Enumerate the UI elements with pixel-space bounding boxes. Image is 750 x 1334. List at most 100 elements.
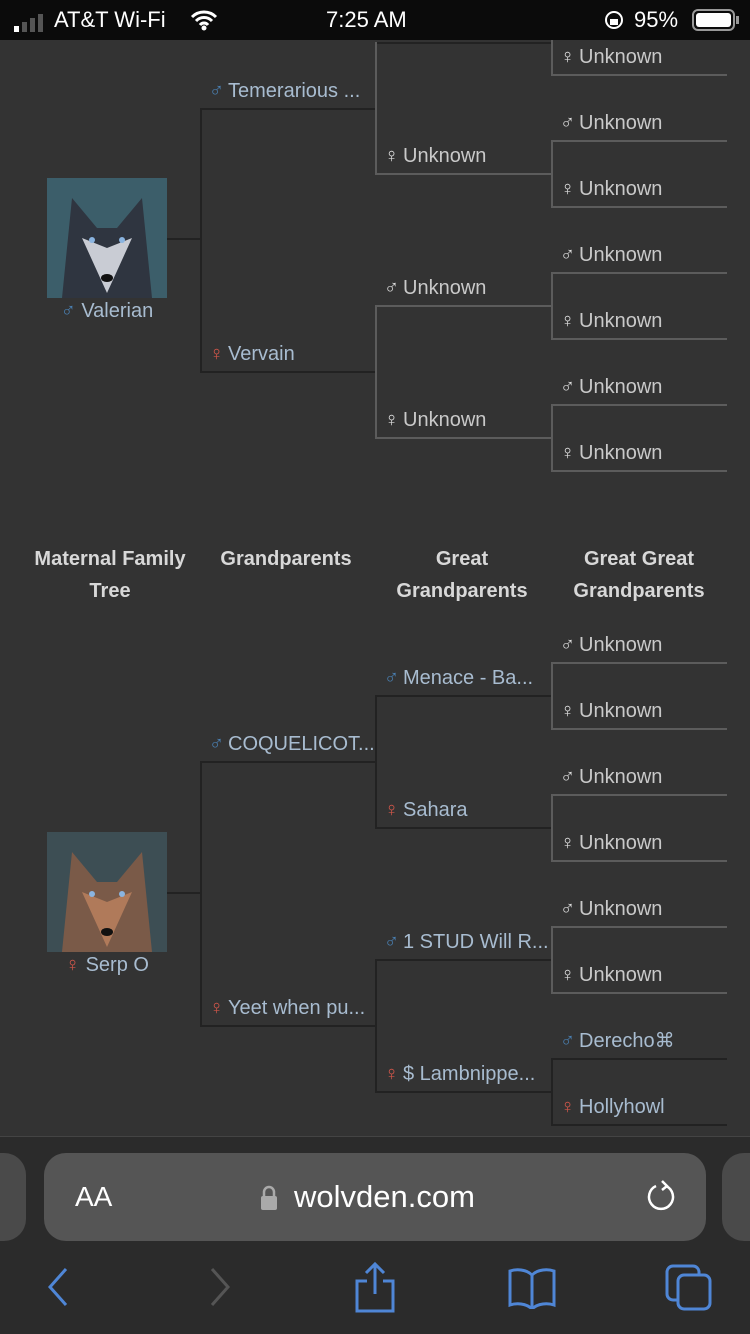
- entry-name[interactable]: Unknown: [403, 277, 486, 299]
- grandparents-bracket: [375, 695, 377, 829]
- great_grandparents-line: [551, 860, 727, 862]
- entry-name[interactable]: Unknown: [579, 898, 662, 920]
- great_grandparents-line: [551, 794, 727, 796]
- entry-name[interactable]: Unknown: [579, 700, 662, 722]
- entry-name[interactable]: Unknown: [579, 442, 662, 464]
- grandparents-entry[interactable]: ♂ 1 STUD Will R...: [384, 929, 549, 955]
- male-icon: ♂: [560, 898, 575, 920]
- bookmarks-icon[interactable]: [506, 1265, 558, 1314]
- great_grandparents-entry[interactable]: ♀ Unknown: [560, 440, 662, 466]
- grandparents-line: [375, 305, 551, 307]
- maternal-avatar[interactable]: [47, 832, 167, 952]
- entry-name[interactable]: Vervain: [228, 343, 295, 365]
- prev-tab-pill[interactable]: [0, 1153, 26, 1241]
- female-icon: ♀: [65, 954, 81, 976]
- subject-name[interactable]: Serp O: [86, 954, 149, 976]
- great_grandparents-entry[interactable]: ♀ Unknown: [560, 962, 662, 988]
- great_grandparents-line: [551, 992, 727, 994]
- grandparents-line: [375, 173, 551, 175]
- entry-name[interactable]: Sahara: [403, 799, 468, 821]
- entry-name[interactable]: Unknown: [579, 46, 662, 68]
- entry-name[interactable]: Unknown: [579, 244, 662, 266]
- great_grandparents-entry[interactable]: ♂ Unknown: [560, 764, 662, 790]
- great_grandparents-entry[interactable]: ♂ Unknown: [560, 110, 662, 136]
- male-icon: ♂: [560, 634, 575, 656]
- great_grandparents-entry[interactable]: ♂ Unknown: [560, 632, 662, 658]
- parents-entry[interactable]: ♀ Yeet when pu...: [209, 995, 365, 1021]
- great_grandparents-entry[interactable]: ♂ Unknown: [560, 242, 662, 268]
- grandparents-entry[interactable]: ♂ Unknown: [384, 275, 486, 301]
- paternal-avatar[interactable]: [47, 178, 167, 298]
- grandparents-entry[interactable]: ♀ Unknown: [384, 407, 486, 433]
- battery-icon: [692, 9, 740, 37]
- female-icon: ♀: [560, 832, 575, 854]
- entry-name[interactable]: $ Lambnippe...: [403, 1063, 535, 1085]
- great_grandparents-entry[interactable]: ♂ Unknown: [560, 374, 662, 400]
- entry-name[interactable]: Unknown: [579, 832, 662, 854]
- grandparents-entry[interactable]: ♀ $ Lambnippe...: [384, 1061, 535, 1087]
- great_grandparents-line: [551, 728, 727, 730]
- subject-name[interactable]: Valerian: [81, 300, 153, 322]
- great_grandparents-line: [551, 470, 727, 472]
- grandparents-entry[interactable]: ♂ Menace - Ba...: [384, 665, 533, 691]
- entry-name[interactable]: Unknown: [403, 409, 486, 431]
- grandparents-entry[interactable]: ♀ Sahara: [384, 797, 468, 823]
- great_grandparents-entry[interactable]: ♀ Unknown: [560, 698, 662, 724]
- entry-name[interactable]: Unknown: [403, 145, 486, 167]
- entry-name[interactable]: Yeet when pu...: [228, 997, 365, 1019]
- back-icon[interactable]: [44, 1265, 72, 1314]
- paternal-subject-name[interactable]: ♂ Valerian: [27, 300, 187, 323]
- entry-name[interactable]: Unknown: [579, 964, 662, 986]
- next-tab-pill[interactable]: [722, 1153, 750, 1241]
- parents-line: [200, 108, 375, 110]
- great_grandparents-line: [551, 1058, 727, 1060]
- great_grandparents-bracket: [551, 1058, 553, 1126]
- rotation-lock-icon: [604, 10, 624, 36]
- entry-name[interactable]: Temerarious ...: [228, 80, 360, 102]
- great_grandparents-entry[interactable]: ♀ Hollyhowl: [560, 1094, 665, 1120]
- entry-name[interactable]: Unknown: [579, 178, 662, 200]
- parents-entry[interactable]: ♂ Temerarious ...: [209, 78, 360, 104]
- male-icon: ♂: [560, 766, 575, 788]
- male-icon: ♂: [384, 667, 399, 689]
- entry-name[interactable]: Derecho⌘: [579, 1030, 675, 1052]
- entry-name[interactable]: COQUELICOT...: [228, 733, 375, 755]
- female-icon: ♀: [560, 46, 575, 68]
- entry-name[interactable]: Unknown: [579, 112, 662, 134]
- maternal-connector: [167, 892, 200, 894]
- share-icon[interactable]: [352, 1261, 398, 1318]
- great_grandparents-entry[interactable]: ♀ Unknown: [560, 830, 662, 856]
- tabs-icon[interactable]: [664, 1263, 716, 1318]
- parents-entry[interactable]: ♂ COQUELICOT...: [209, 731, 375, 757]
- parents-entry[interactable]: ♀ Vervain: [209, 341, 295, 367]
- great_grandparents-entry[interactable]: ♀ Unknown: [560, 176, 662, 202]
- entry-name[interactable]: Unknown: [579, 376, 662, 398]
- parents-line: [200, 371, 375, 373]
- address-bar[interactable]: AA wolvden.com: [44, 1153, 706, 1241]
- header-great-grandparents: Great Grandparents: [396, 548, 528, 602]
- entry-name[interactable]: Unknown: [579, 766, 662, 788]
- female-icon: ♀: [560, 1096, 575, 1118]
- reload-icon[interactable]: [646, 1180, 678, 1219]
- female-icon: ♀: [384, 145, 399, 167]
- great_grandparents-entry[interactable]: ♀ Unknown: [560, 308, 662, 334]
- great_grandparents-line: [551, 338, 727, 340]
- entry-name[interactable]: 1 STUD Will R...: [403, 931, 549, 953]
- great_grandparents-line: [551, 140, 727, 142]
- great_grandparents-entry[interactable]: ♀ Unknown: [560, 44, 662, 70]
- great_grandparents-line: [551, 926, 727, 928]
- grandparents-line: [375, 695, 551, 697]
- great_grandparents-line: [551, 206, 727, 208]
- entry-name[interactable]: Menace - Ba...: [403, 667, 533, 689]
- forward-icon[interactable]: [206, 1265, 234, 1314]
- entry-name[interactable]: Hollyhowl: [579, 1096, 665, 1118]
- maternal-subject-name[interactable]: ♀ Serp O: [27, 954, 187, 977]
- entry-name[interactable]: Unknown: [579, 310, 662, 332]
- great_grandparents-entry[interactable]: ♂ Derecho⌘: [560, 1028, 675, 1054]
- great_grandparents-entry[interactable]: ♂ Unknown: [560, 896, 662, 922]
- text-size-button[interactable]: AA: [75, 1181, 112, 1213]
- grandparents-entry[interactable]: ♀ Unknown: [384, 143, 486, 169]
- entry-name[interactable]: Unknown: [579, 634, 662, 656]
- great_grandparents-line: [551, 404, 727, 406]
- female-icon: ♀: [560, 310, 575, 332]
